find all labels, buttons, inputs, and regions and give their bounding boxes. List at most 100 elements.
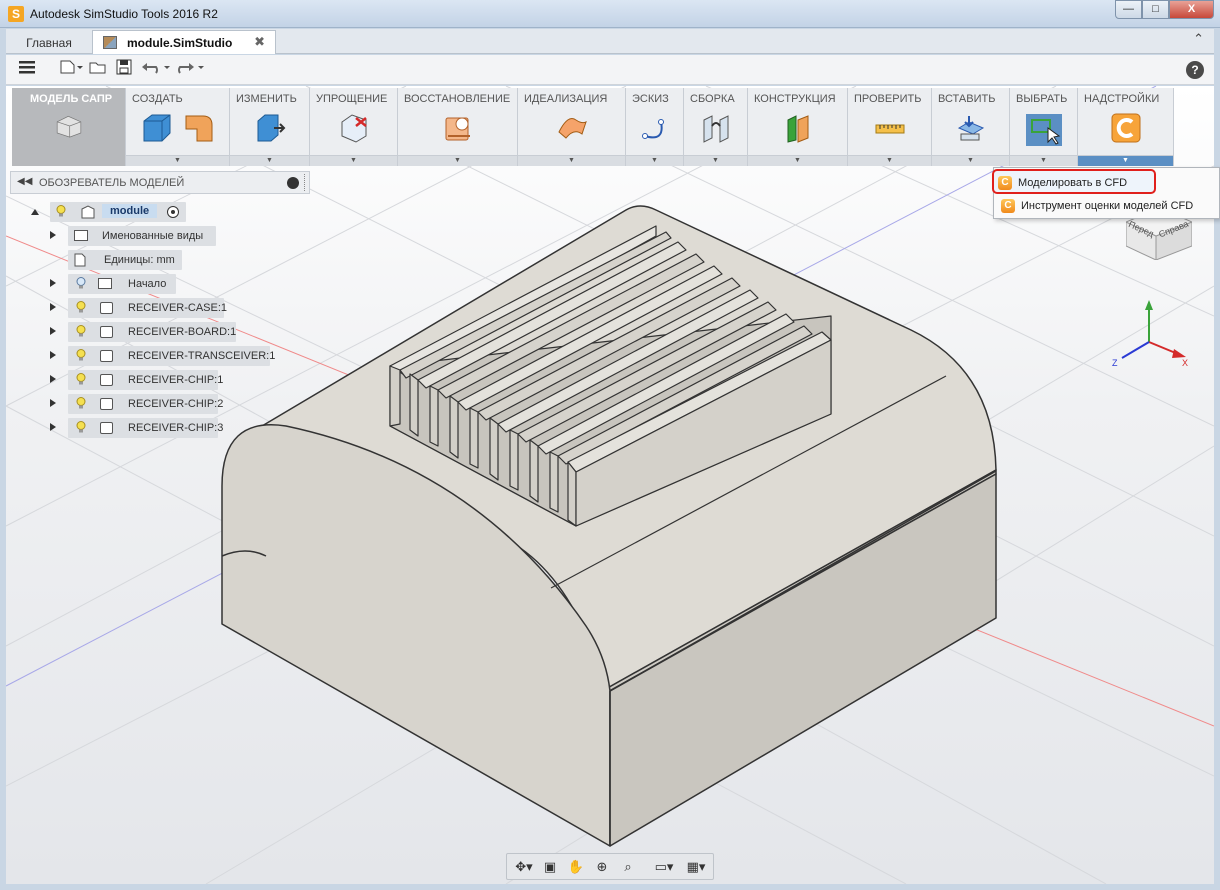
sketch-dropdown-arrow[interactable]: ▼ [626,155,683,166]
cfd-addin-icon[interactable] [1110,112,1142,144]
ribbon-group-create[interactable]: СОЗДАТЬ ▼ [126,88,230,166]
title-bar: S Autodesk SimStudio Tools 2016 R2 — □ X [0,0,1220,28]
browser-minimize-icon[interactable] [287,177,299,189]
grid-settings-icon[interactable]: ▦▾ [683,858,709,876]
tree-item-receiver-case[interactable]: RECEIVER-CASE:1 [50,298,240,318]
new-file-icon[interactable] [58,59,84,81]
assemble-dropdown-arrow[interactable]: ▼ [684,155,747,166]
save-icon[interactable] [114,59,134,81]
tree-item-receiver-chip-2[interactable]: RECEIVER-CHIP:2 [50,394,240,414]
ribbon-group-idealize[interactable]: ИДЕАЛИЗАЦИЯ ▼ [518,88,626,166]
ribbon-group-select[interactable]: ВЫБРАТЬ ▼ [1010,88,1078,166]
ribbon-group-sketch[interactable]: ЭСКИЗ ▼ [626,88,684,166]
visibility-bulb-icon[interactable] [76,373,86,385]
zoom-icon[interactable]: ⊕ [593,858,611,876]
tree-item-label: Единицы: mm [104,254,175,266]
assemble-joint-icon[interactable] [700,112,732,144]
expand-arrow-icon[interactable] [50,279,56,287]
menu-item-simulate-in-cfd[interactable]: C Моделировать в CFD [992,169,1156,194]
tab-home[interactable]: Главная [10,32,88,54]
tree-item-receiver-chip-3[interactable]: RECEIVER-CHIP:3 [50,418,240,438]
inspect-dropdown-arrow[interactable]: ▼ [848,155,931,166]
restore-geometry-icon[interactable] [442,112,474,144]
push-pull-icon[interactable] [254,112,286,144]
construct-dropdown-arrow[interactable]: ▼ [748,155,847,166]
navigation-bar: ✥▾ ▣ ✋ ⊕ ⌕ ▭▾ ▦▾ [506,853,714,880]
collapse-browser-icon[interactable]: ◀◀ [17,176,32,187]
ribbon-group-restore[interactable]: ВОССТАНОВЛЕНИЕ ▼ [398,88,518,166]
ribbon-group-addins[interactable]: НАДСТРОЙКИ ▼ [1078,88,1174,166]
fit-view-icon[interactable]: ⌕ [619,858,637,876]
expand-arrow-icon[interactable] [50,351,56,359]
tree-item-units[interactable]: Единицы: mm [50,250,190,270]
cad-model-icon [56,115,81,138]
active-component-radio[interactable] [167,206,179,218]
simplify-dropdown-arrow[interactable]: ▼ [310,155,397,166]
select-tool-icon[interactable] [1024,112,1064,148]
help-icon[interactable]: ? [1186,61,1204,79]
maximize-button[interactable]: □ [1142,0,1169,19]
measure-ruler-icon[interactable] [874,112,906,144]
tree-item-receiver-board[interactable]: RECEIVER-BOARD:1 [50,322,250,342]
app-logo-icon: S [8,6,24,22]
simplify-icon[interactable] [338,112,370,144]
browser-grip-handle[interactable] [304,174,307,191]
addins-dropdown-arrow[interactable]: ▼ [1078,155,1173,166]
ribbon-group-assemble[interactable]: СБОРКА ▼ [684,88,748,166]
menu-icon[interactable] [16,59,38,81]
visibility-bulb-icon[interactable] [76,349,86,361]
tree-item-named-views[interactable]: Именованные виды [50,226,220,246]
close-window-button[interactable]: X [1169,0,1214,19]
ribbon-group-modify[interactable]: ИЗМЕНИТЬ ▼ [230,88,310,166]
visibility-bulb-icon[interactable] [76,397,86,409]
box-primitive-icon[interactable] [141,112,173,144]
tree-item-receiver-chip-1[interactable]: RECEIVER-CHIP:1 [50,370,240,390]
open-folder-icon[interactable] [88,59,108,81]
tree-item-label: Начало [128,278,167,290]
display-settings-icon[interactable]: ▭▾ [651,858,677,876]
ribbon-group-inspect[interactable]: ПРОВЕРИТЬ ▼ [848,88,932,166]
extrude-shape-icon[interactable] [183,112,215,144]
ribbon-group-cad-model[interactable]: МОДЕЛЬ САПР [12,88,126,166]
create-dropdown-arrow[interactable]: ▼ [126,155,229,166]
ribbon-group-simplify[interactable]: УПРОЩЕНИЕ ▼ [310,88,398,166]
idealize-dropdown-arrow[interactable]: ▼ [518,155,625,166]
tree-item-origin[interactable]: Начало [50,274,190,294]
look-at-icon[interactable]: ▣ [541,858,559,876]
minimize-button[interactable]: — [1115,0,1142,19]
expand-arrow-icon[interactable] [50,231,56,239]
menu-item-cfd-model-assessment[interactable]: C Инструмент оценки моделей CFD [997,194,1217,218]
restore-dropdown-arrow[interactable]: ▼ [398,155,517,166]
tree-root-module[interactable]: module [31,202,192,222]
close-tab-icon[interactable]: ✖ [254,34,265,50]
visibility-bulb-icon[interactable] [76,325,86,337]
construction-plane-icon[interactable] [782,112,814,144]
idealize-surface-icon[interactable] [556,112,588,144]
ribbon-group-construct[interactable]: КОНСТРУКЦИЯ ▼ [748,88,848,166]
cfd-icon: C [998,176,1012,190]
root-component-label[interactable]: module [102,204,158,218]
orbit-icon[interactable]: ✥▾ [511,858,537,876]
pan-hand-icon[interactable]: ✋ [567,858,585,876]
expand-arrow-icon[interactable] [50,423,56,431]
expand-arrow-icon[interactable] [50,327,56,335]
visibility-bulb-icon[interactable] [76,301,86,313]
collapse-tabs-icon[interactable]: ⌃ [1193,31,1204,47]
ribbon-group-insert[interactable]: ВСТАВИТЬ ▼ [932,88,1010,166]
undo-icon[interactable] [140,59,176,81]
sketch-arc-icon[interactable] [639,112,671,144]
visibility-bulb-icon[interactable] [56,205,66,217]
select-dropdown-arrow[interactable]: ▼ [1010,155,1077,166]
insert-dropdown-arrow[interactable]: ▼ [932,155,1009,166]
expand-arrow-icon[interactable] [50,375,56,383]
visibility-bulb-icon[interactable] [76,277,86,289]
visibility-bulb-icon[interactable] [76,421,86,433]
insert-component-icon[interactable] [955,112,987,144]
tab-document[interactable]: module.SimStudio ✖ [92,30,276,54]
expand-arrow-icon[interactable] [31,209,39,215]
expand-arrow-icon[interactable] [50,399,56,407]
modify-dropdown-arrow[interactable]: ▼ [230,155,309,166]
expand-arrow-icon[interactable] [50,303,56,311]
tree-item-receiver-transceiver[interactable]: RECEIVER-TRANSCEIVER:1 [50,346,280,366]
redo-icon[interactable] [174,59,210,81]
